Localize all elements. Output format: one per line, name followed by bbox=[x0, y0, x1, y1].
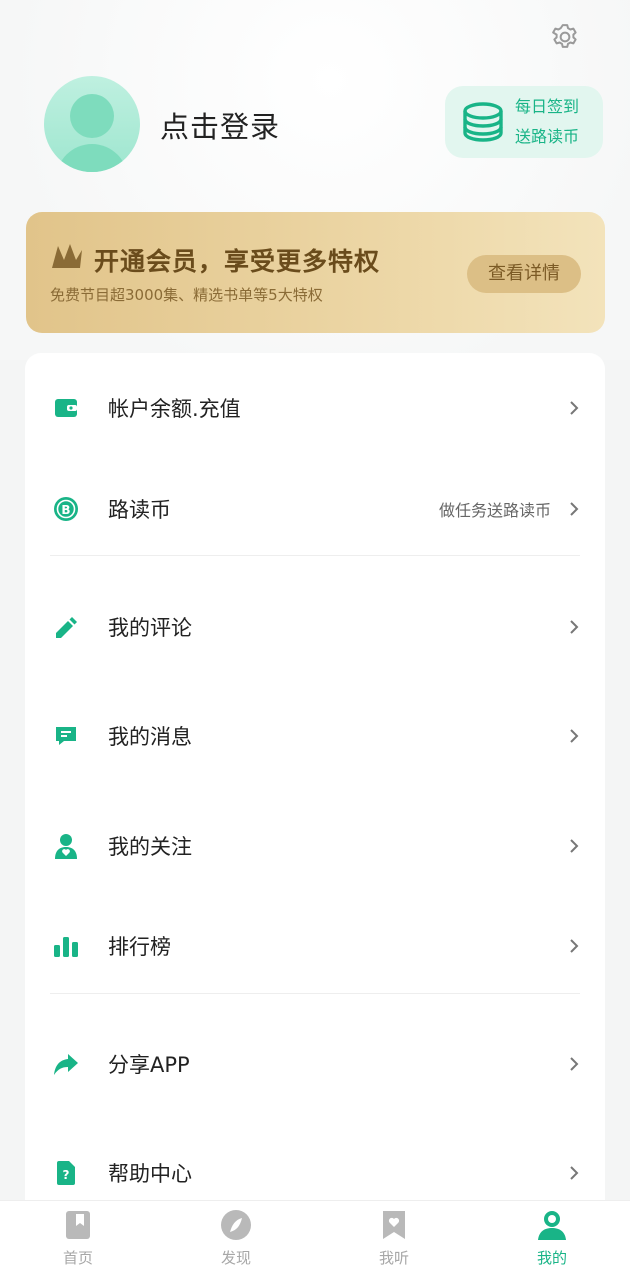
chevron-right-icon bbox=[570, 839, 579, 853]
checkin-line2: 送路读币 bbox=[515, 127, 580, 146]
tab-discover[interactable]: 发现 bbox=[176, 1209, 296, 1273]
bookmark-icon bbox=[66, 1211, 90, 1239]
vip-detail-button[interactable]: 查看详情 bbox=[467, 255, 581, 293]
checkin-line1: 每日签到 bbox=[515, 97, 580, 116]
divider bbox=[50, 993, 580, 994]
svg-text:B: B bbox=[61, 503, 70, 517]
tab-home[interactable]: 首页 bbox=[18, 1209, 138, 1273]
share-arrow-icon bbox=[53, 1051, 79, 1077]
compass-icon bbox=[221, 1210, 251, 1240]
menu-item-balance[interactable]: 帐户余额.充值 bbox=[25, 378, 605, 438]
chevron-right-icon bbox=[570, 939, 579, 953]
chevron-right-icon bbox=[570, 1057, 579, 1071]
menu-item-label: 排行榜 bbox=[108, 935, 171, 959]
settings-button[interactable] bbox=[548, 20, 582, 54]
menu-item-messages[interactable]: 我的消息 bbox=[25, 706, 605, 766]
vip-title: 开通会员，享受更多特权 bbox=[94, 247, 381, 276]
chevron-right-icon bbox=[570, 1166, 579, 1180]
tab-label: 首页 bbox=[62, 1249, 93, 1267]
coin-stack-icon bbox=[463, 102, 503, 142]
vip-subtitle: 免费节目超3000集、精选书单等5大特权 bbox=[50, 286, 323, 304]
menu-item-hint: 做任务送路读币 bbox=[438, 501, 551, 520]
menu-item-label: 分享APP bbox=[108, 1053, 190, 1077]
wallet-icon bbox=[53, 395, 79, 421]
chevron-right-icon bbox=[570, 401, 579, 415]
person-heart-icon bbox=[53, 833, 79, 859]
tab-listen[interactable]: 我听 bbox=[334, 1209, 454, 1273]
menu-item-label: 路读币 bbox=[108, 498, 171, 522]
tab-label: 发现 bbox=[220, 1249, 251, 1267]
chevron-right-icon bbox=[570, 729, 579, 743]
avatar-body bbox=[56, 144, 128, 172]
divider bbox=[50, 555, 580, 556]
menu-item-coins[interactable]: B 路读币 做任务送路读币 bbox=[25, 479, 605, 539]
menu-item-label: 我的评论 bbox=[108, 616, 192, 640]
bar-chart-icon bbox=[53, 933, 79, 959]
help-doc-icon: ? bbox=[53, 1160, 79, 1186]
avatar-head bbox=[70, 94, 114, 138]
tab-label: 我的 bbox=[536, 1249, 567, 1267]
menu-item-label: 帮助中心 bbox=[108, 1162, 192, 1186]
login-link[interactable]: 点击登录 bbox=[160, 104, 280, 146]
bottom-tab-bar: 首页 发现 我听 我的 bbox=[0, 1200, 630, 1281]
vip-banner[interactable]: 开通会员，享受更多特权 免费节目超3000集、精选书单等5大特权 查看详情 bbox=[26, 212, 605, 333]
coin-b-icon: B bbox=[53, 496, 79, 522]
menu-item-help[interactable]: ? 帮助中心 bbox=[25, 1143, 605, 1203]
tab-mine[interactable]: 我的 bbox=[492, 1209, 612, 1273]
svg-text:?: ? bbox=[63, 1168, 70, 1182]
menu-item-label: 我的消息 bbox=[108, 725, 192, 749]
gear-icon bbox=[552, 24, 577, 48]
chevron-right-icon bbox=[570, 620, 579, 634]
avatar[interactable] bbox=[44, 76, 140, 172]
chevron-right-icon bbox=[570, 502, 579, 516]
tab-label: 我听 bbox=[378, 1249, 409, 1267]
menu-item-share[interactable]: 分享APP bbox=[25, 1034, 605, 1094]
daily-checkin-button[interactable]: 每日签到 送路读币 bbox=[445, 86, 603, 158]
menu-item-label: 我的关注 bbox=[108, 835, 192, 859]
menu-item-ranking[interactable]: 排行榜 bbox=[25, 916, 605, 976]
crown-icon bbox=[52, 244, 82, 268]
pencil-icon bbox=[53, 614, 79, 640]
menu-card: 帐户余额.充值 B 路读币 做任务送路读币 我的评论 我的消息 我的关注 排行榜… bbox=[25, 353, 605, 1253]
menu-item-label: 帐户余额.充值 bbox=[108, 397, 241, 421]
menu-item-comments[interactable]: 我的评论 bbox=[25, 597, 605, 657]
profile-icon bbox=[538, 1211, 566, 1240]
heart-bookmark-icon bbox=[383, 1211, 405, 1239]
menu-item-following[interactable]: 我的关注 bbox=[25, 816, 605, 876]
message-icon bbox=[53, 723, 79, 749]
